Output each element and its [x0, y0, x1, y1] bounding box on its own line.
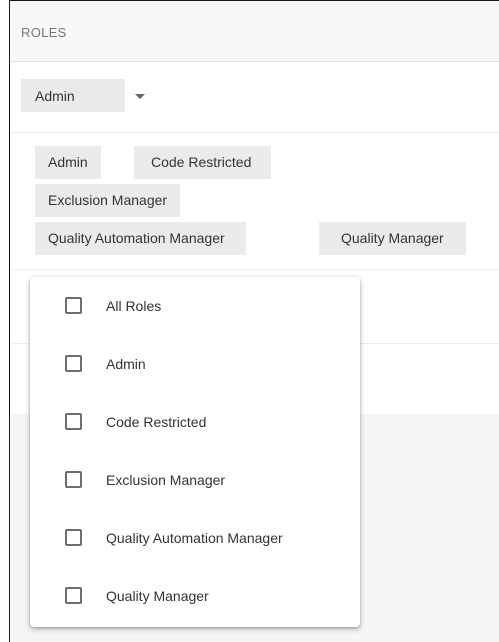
role-tag-quality-manager: Quality Manager — [319, 222, 466, 255]
role-tag-admin: Admin — [35, 146, 101, 179]
roles-section-header: ROLES — [10, 1, 499, 62]
role-select-value: Admin — [35, 88, 75, 104]
role-tag-label: Quality Automation Manager — [48, 230, 225, 246]
role-tag-label: Exclusion Manager — [48, 192, 168, 208]
checkbox[interactable] — [65, 297, 82, 314]
menu-item-quality-manager[interactable]: Quality Manager — [30, 575, 360, 621]
role-tag-label: Quality Manager — [341, 230, 444, 246]
menu-item-label: All Roles — [106, 298, 162, 314]
menu-item-quality-automation-manager[interactable]: Quality Automation Manager — [30, 517, 360, 563]
checkbox[interactable] — [65, 471, 82, 488]
role-tag-label: Admin — [48, 154, 88, 170]
role-tag-label: Code Restricted — [151, 154, 252, 170]
menu-item-label: Code Restricted — [106, 414, 207, 430]
role-tag-quality-automation-manager: Quality Automation Manager — [35, 222, 246, 255]
menu-item-label: Quality Manager — [106, 588, 209, 604]
role-select[interactable]: Admin — [21, 79, 125, 112]
menu-item-all-roles[interactable]: All Roles — [30, 285, 360, 331]
menu-item-label: Quality Automation Manager — [106, 530, 283, 546]
menu-item-exclusion-manager[interactable]: Exclusion Manager — [30, 459, 360, 505]
divider — [10, 132, 499, 133]
menu-item-label: Admin — [106, 356, 146, 372]
menu-item-admin[interactable]: Admin — [30, 343, 360, 389]
roles-dropdown-menu: All Roles Admin Code Restricted Exclusio… — [30, 277, 360, 627]
checkbox[interactable] — [65, 587, 82, 604]
role-tag-code-restricted: Code Restricted — [134, 146, 272, 179]
chevron-down-icon[interactable] — [135, 94, 145, 99]
divider — [10, 269, 499, 270]
menu-item-label: Exclusion Manager — [106, 472, 226, 488]
checkbox[interactable] — [65, 529, 82, 546]
role-tag-exclusion-manager: Exclusion Manager — [35, 184, 181, 217]
menu-item-code-restricted[interactable]: Code Restricted — [30, 401, 360, 447]
checkbox[interactable] — [65, 355, 82, 372]
checkbox[interactable] — [65, 413, 82, 430]
roles-section-title: ROLES — [21, 25, 67, 40]
